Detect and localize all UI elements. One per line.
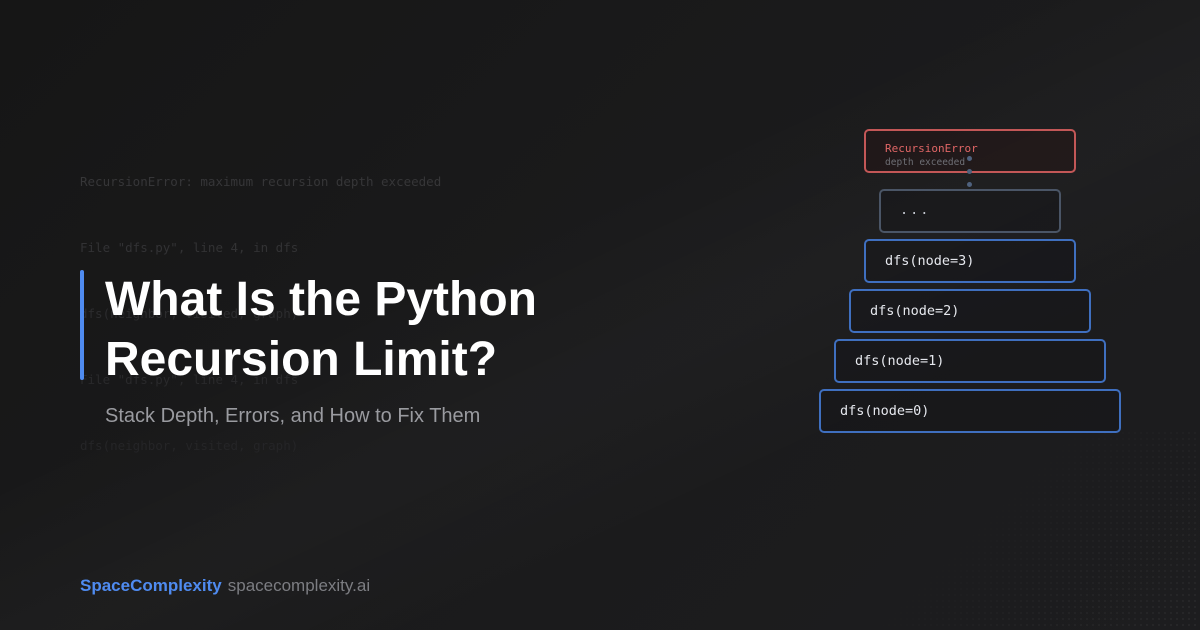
error-subtitle: depth exceeded: [885, 157, 966, 168]
stack-frame-node-3: dfs(node=3): [864, 239, 1076, 283]
footer-branding: SpaceComplexity spacecomplexity.ai: [80, 576, 370, 596]
title-line-1: What Is the Python: [105, 273, 537, 326]
traceback-line: dfs(neighbor, visited, graph): [80, 438, 299, 453]
stack-frame-node-1: dfs(node=1): [834, 339, 1106, 383]
brand-name: SpaceComplexity: [80, 576, 222, 595]
page-subtitle: Stack Depth, Errors, and How to Fix Them: [105, 405, 481, 427]
traceback-line: File "dfs.py", line 4, in dfs: [80, 240, 299, 255]
page-title: What Is the Python Recursion Limit?: [105, 270, 725, 390]
connector-dot: [967, 156, 972, 161]
title-accent-bar: [80, 270, 84, 380]
brand-domain: spacecomplexity.ai: [227, 576, 371, 595]
error-title: RecursionError: [885, 142, 978, 155]
traceback-line: RecursionError: maximum recursion depth …: [80, 174, 442, 189]
connector-dot: [967, 182, 972, 187]
stack-frame-node-0: dfs(node=0): [819, 389, 1121, 433]
stack-frame-error: RecursionError depth exceeded: [864, 129, 1076, 173]
connector-dot: [967, 169, 972, 174]
title-line-2: Recursion Limit?: [105, 333, 498, 386]
stack-frame-node-2: dfs(node=2): [849, 289, 1091, 333]
background-dot-pattern: [880, 430, 1200, 630]
stack-frame-ellipsis: ...: [879, 189, 1061, 233]
